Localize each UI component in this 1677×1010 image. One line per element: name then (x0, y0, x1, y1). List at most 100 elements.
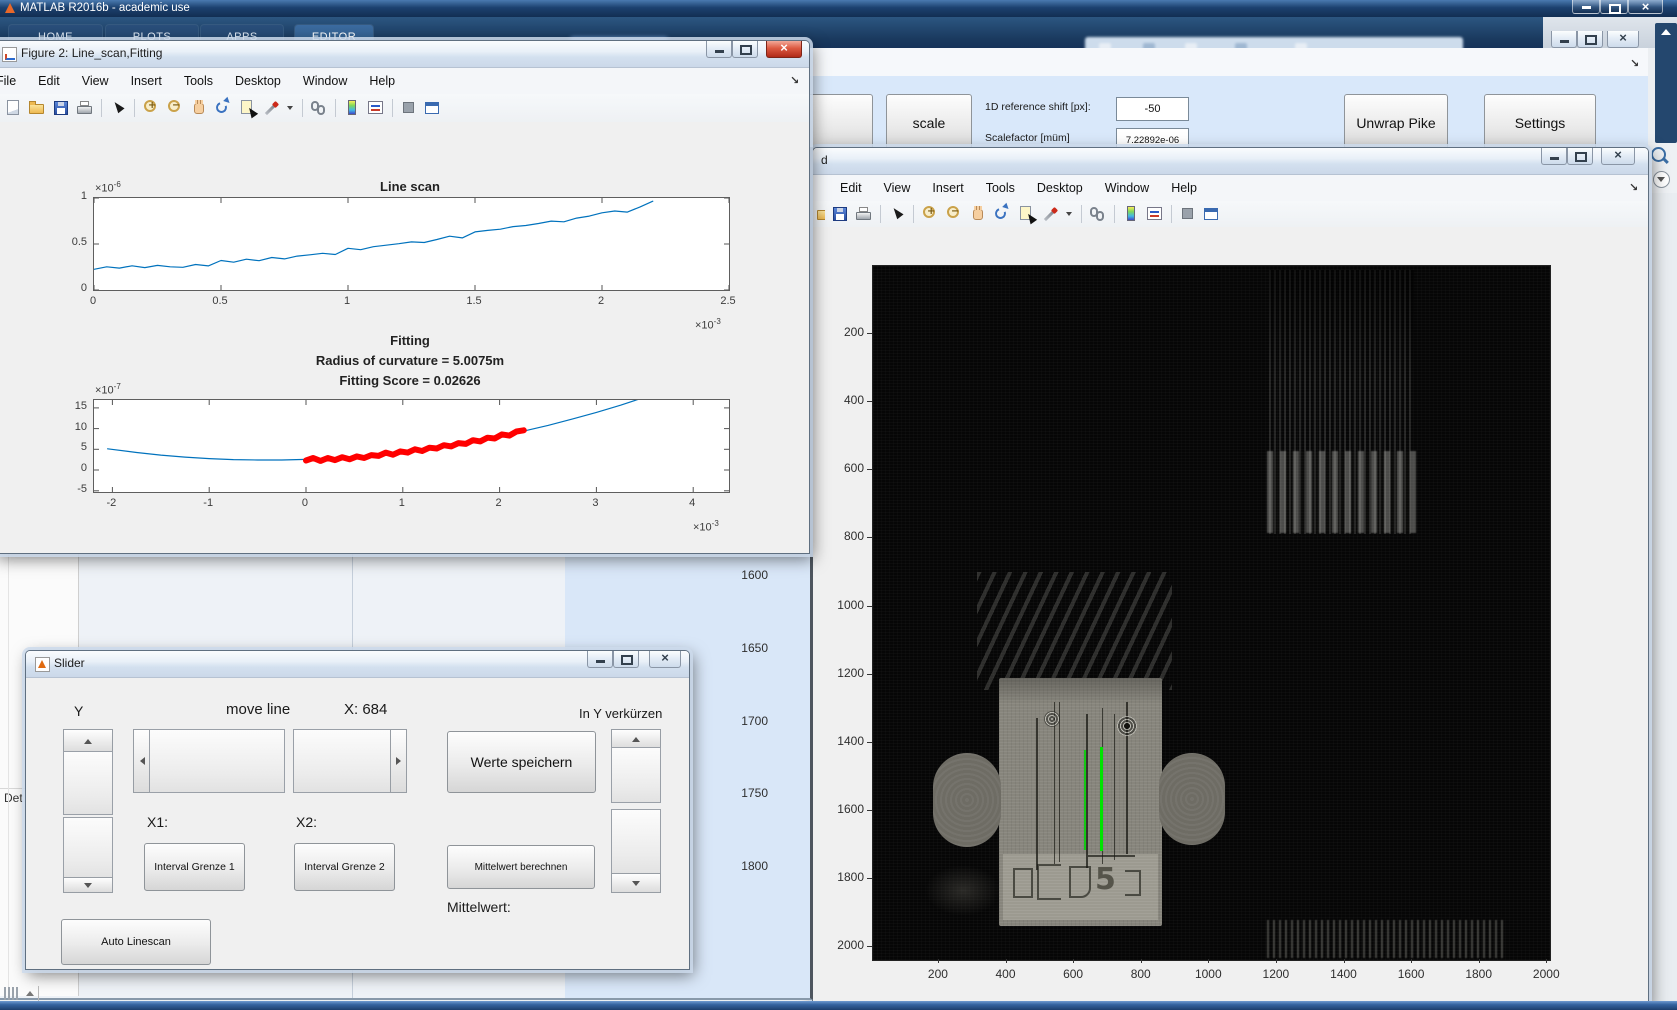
pointer-icon[interactable] (109, 99, 127, 117)
insert-colorbar-icon[interactable] (343, 99, 361, 117)
right-green-scan-line[interactable] (1100, 747, 1103, 851)
fig-maximize-button[interactable] (1567, 148, 1593, 165)
slider-restore-button[interactable] (613, 651, 639, 668)
menu-item-edit[interactable]: Edit (829, 181, 873, 195)
minimize-button[interactable] (1572, 0, 1600, 14)
in-y-bottom-down-button[interactable] (611, 873, 661, 893)
menu-item-file[interactable]: File (0, 74, 27, 88)
dropdown-icon[interactable] (286, 99, 295, 117)
folder-partial-icon[interactable] (816, 205, 825, 223)
werte-speichern-button[interactable]: Werte speichern (447, 731, 596, 793)
zoom-in-icon[interactable] (142, 99, 160, 117)
insert-colorbar-icon[interactable] (1122, 205, 1140, 223)
close-button[interactable]: × (1628, 0, 1663, 14)
figure-image-titlebar[interactable]: d × (813, 148, 1648, 175)
fig-close-button[interactable]: × (1601, 148, 1635, 165)
dock-gray-icon[interactable] (1179, 205, 1197, 223)
linescan-axes[interactable] (93, 197, 730, 291)
unwrap-pike-button[interactable]: Unwrap Pike (1344, 94, 1448, 147)
menu-item-desktop[interactable]: Desktop (1026, 181, 1094, 195)
print-icon[interactable] (855, 205, 873, 223)
maximize-button[interactable] (1600, 0, 1628, 14)
insert-legend-icon[interactable] (367, 99, 385, 117)
scale-button[interactable]: scale (886, 94, 972, 147)
save-icon[interactable] (52, 99, 70, 117)
doc-close-button[interactable]: × (1607, 31, 1639, 48)
menu-item-view[interactable]: View (873, 181, 922, 195)
slider-minimize-button[interactable] (587, 651, 613, 668)
circle-dropdown-icon[interactable] (1653, 171, 1670, 188)
figure2-titlebar[interactable]: Figure 2: Line_scan,Fitting × (0, 41, 809, 68)
menu-item-tools[interactable]: Tools (975, 181, 1026, 195)
fig-minimize-button[interactable] (1541, 148, 1567, 165)
taskbar-edge[interactable] (0, 1001, 1677, 1010)
move-line-right-button[interactable] (390, 729, 407, 793)
y-slider-track[interactable] (63, 817, 113, 879)
dock-arrow-icon[interactable]: ↘ (1630, 57, 1639, 70)
brush-icon[interactable] (262, 99, 280, 117)
in-y-bottom-track[interactable] (611, 809, 661, 875)
left-green-scan-line[interactable] (1084, 750, 1086, 850)
menu-item-insert[interactable]: Insert (921, 181, 974, 195)
mittelwert-berechnen-button[interactable]: Mittelwert berechnen (447, 845, 595, 889)
menu-item-desktop[interactable]: Desktop (224, 74, 292, 88)
pan-hand-icon[interactable] (969, 205, 987, 223)
sem-image[interactable]: 5 (872, 265, 1551, 961)
in-y-top-up-button[interactable] (611, 729, 661, 749)
dock-arrow-icon[interactable]: ↘ (1629, 181, 1638, 194)
menu-item-window[interactable]: Window (1094, 181, 1160, 195)
brush-icon[interactable] (1041, 205, 1059, 223)
save-icon[interactable] (831, 205, 849, 223)
menu-item-edit[interactable]: Edit (27, 74, 71, 88)
doc-restore-button[interactable] (1577, 31, 1603, 48)
link-plots-icon[interactable] (1089, 205, 1107, 223)
menu-item-window[interactable]: Window (292, 74, 358, 88)
new-document-icon[interactable] (4, 99, 22, 117)
data-cursor-icon[interactable] (238, 99, 256, 117)
menu-item-insert[interactable]: Insert (120, 74, 173, 88)
print-icon[interactable] (76, 99, 94, 117)
menu-item-view[interactable]: View (71, 74, 120, 88)
y-slider-up-button[interactable] (63, 729, 113, 753)
pan-hand-icon[interactable] (190, 99, 208, 117)
zoom-out-icon[interactable] (166, 99, 184, 117)
fig2-minimize-button[interactable] (706, 41, 732, 58)
settings-button[interactable]: Settings (1484, 94, 1596, 147)
data-cursor-icon[interactable] (1017, 205, 1035, 223)
rotate-3d-icon[interactable] (993, 205, 1011, 223)
resize-grip-icon[interactable] (4, 986, 64, 1002)
doc-minimize-button[interactable] (1551, 31, 1577, 48)
rotate-3d-icon[interactable] (214, 99, 232, 117)
menu-item-help[interactable]: Help (358, 74, 406, 88)
menu-item-tools[interactable]: Tools (173, 74, 224, 88)
ref-shift-input[interactable]: -50 (1116, 97, 1189, 121)
zoom-out-icon[interactable] (945, 205, 963, 223)
dock-window-icon[interactable] (424, 99, 442, 117)
interval-grenze-1-button[interactable]: Interval Grenze 1 (144, 843, 245, 891)
link-plots-icon[interactable] (310, 99, 328, 117)
slider-titlebar[interactable]: Slider × (26, 651, 689, 678)
insert-legend-icon[interactable] (1146, 205, 1164, 223)
dock-gray-icon[interactable] (400, 99, 418, 117)
hidden-partial-button[interactable] (807, 94, 873, 147)
in-y-top-track[interactable] (611, 747, 661, 803)
pointer-icon[interactable] (888, 205, 906, 223)
y-slider-track[interactable] (63, 751, 113, 815)
menu-item-help[interactable]: Help (1160, 181, 1208, 195)
open-folder-icon[interactable] (28, 99, 46, 117)
auto-linescan-button[interactable]: Auto Linescan (61, 919, 211, 965)
fig2-maximize-button[interactable] (732, 41, 758, 58)
dock-window-icon[interactable] (1203, 205, 1221, 223)
move-line-thumb[interactable] (293, 729, 392, 793)
fitting-axes[interactable] (93, 399, 730, 493)
dock-arrow-icon[interactable]: ↘ (790, 74, 799, 87)
interval-grenze-2-button[interactable]: Interval Grenze 2 (294, 843, 395, 891)
slider-close-button[interactable]: × (649, 651, 681, 668)
search-icon[interactable] (1651, 147, 1666, 162)
y-slider-down-button[interactable] (63, 877, 113, 893)
scalefactor-input[interactable]: 7.22892e-06 (1116, 128, 1189, 147)
fig2-close-button[interactable]: × (766, 41, 802, 58)
dropdown-icon[interactable] (1065, 205, 1074, 223)
sidebar-collapsed-strip[interactable] (1655, 23, 1677, 143)
move-line-track[interactable] (149, 729, 285, 793)
